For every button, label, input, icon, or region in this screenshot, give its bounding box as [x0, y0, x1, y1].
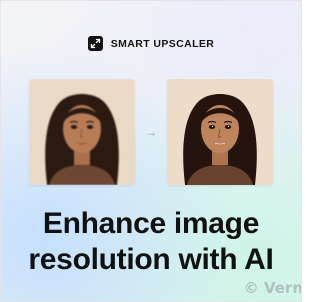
watermark: © Vern [243, 279, 302, 297]
expand-arrows-icon [87, 36, 103, 51]
after-portrait-image [167, 79, 273, 185]
brand-name: SMART UPSCALER [110, 37, 215, 50]
brand: SMART UPSCALER [1, 36, 301, 51]
arrow-right-icon: → [145, 125, 157, 139]
before-portrait-image [29, 79, 135, 185]
headline-line-2: resolution with AI [28, 243, 274, 276]
headline: Enhance image resolution with AI [1, 206, 301, 278]
headline-line-1: Enhance image [42, 207, 260, 240]
before-after-comparison: → [29, 79, 273, 185]
promo-card: SMART UPSCALER → Enhance image resolutio… [0, 0, 302, 302]
